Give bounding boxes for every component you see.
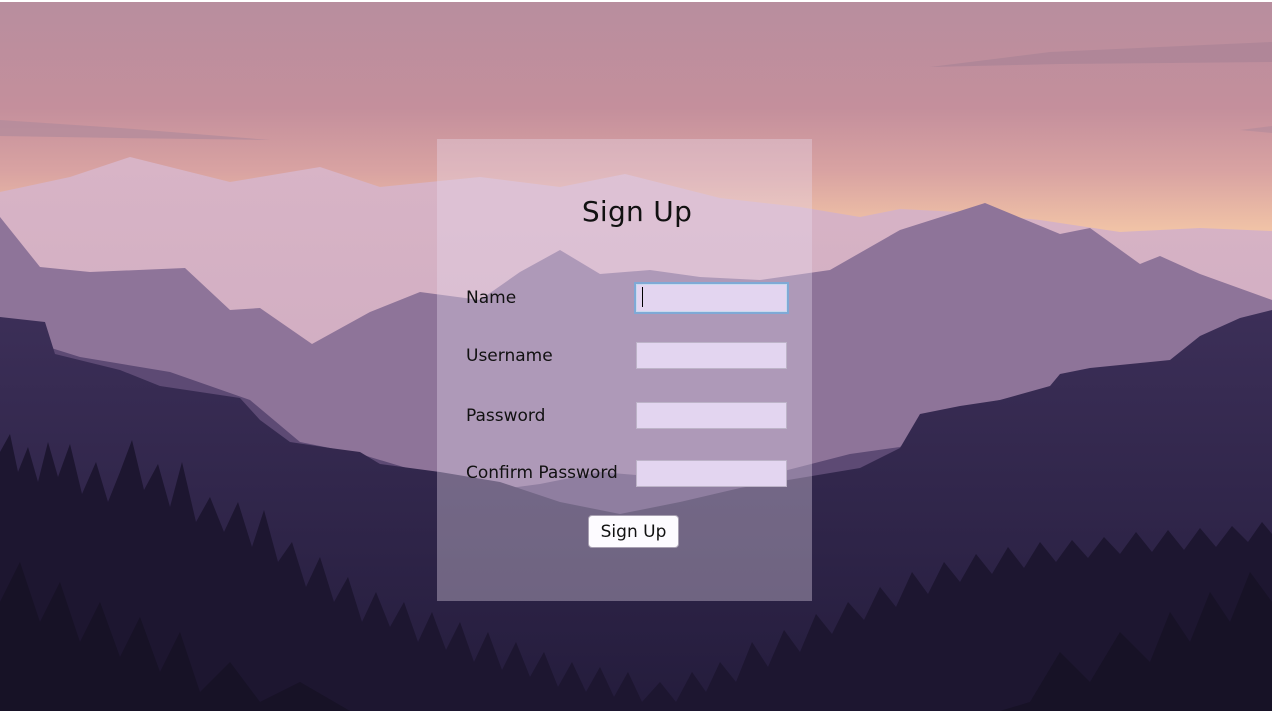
password-label: Password (466, 406, 546, 426)
page-title: Sign Up (581, 195, 693, 228)
username-label: Username (466, 346, 553, 366)
text-cursor (642, 287, 643, 307)
password-field[interactable] (636, 402, 787, 429)
username-field[interactable] (636, 342, 787, 369)
confirm-password-field[interactable] (636, 460, 787, 487)
name-field[interactable] (634, 282, 789, 314)
name-label: Name (466, 288, 517, 308)
sign-up-button[interactable]: Sign Up (588, 515, 679, 548)
confirm-password-label: Confirm Password (466, 463, 618, 483)
signup-card: Sign Up Name Username Password Confirm P… (437, 139, 812, 601)
